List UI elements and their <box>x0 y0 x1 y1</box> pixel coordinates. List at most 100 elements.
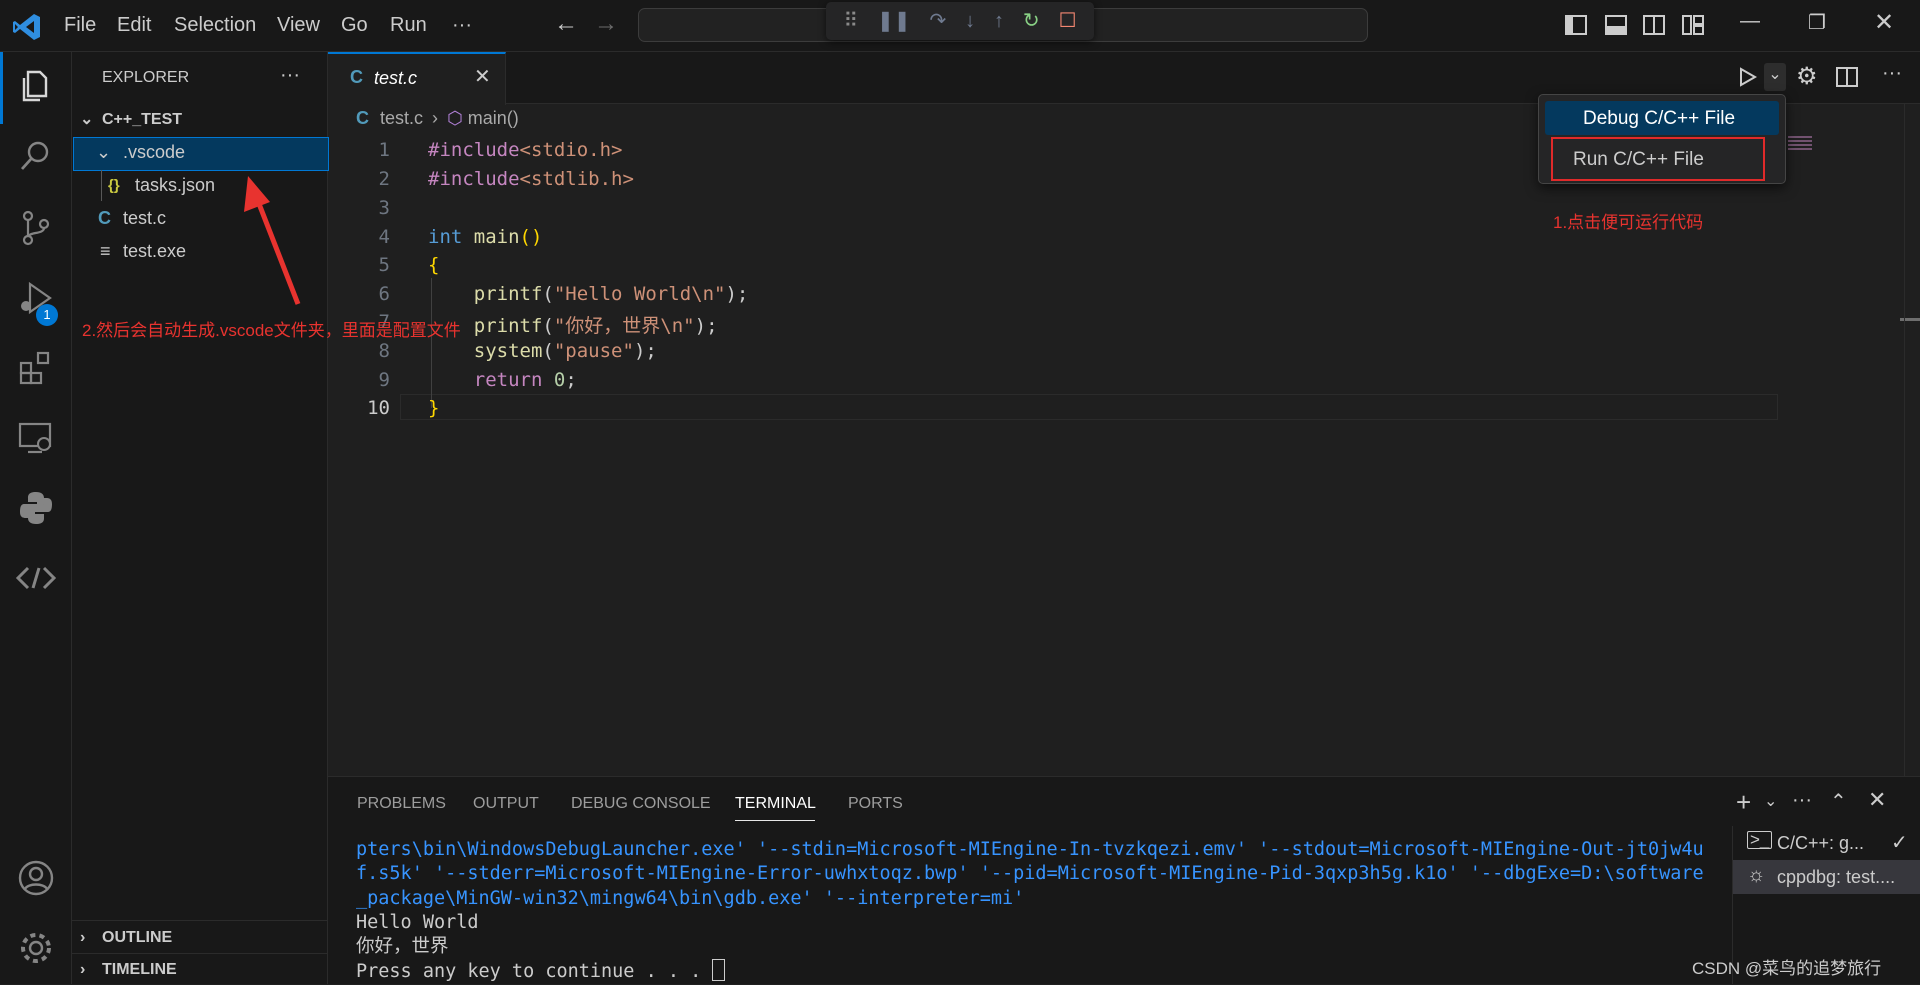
panel-tab-terminal[interactable]: TERMINAL <box>735 795 816 813</box>
code-line[interactable]: { <box>428 254 439 276</box>
tree-item-vscode-folder[interactable]: ⌄ .vscode <box>73 137 329 171</box>
menu-file[interactable]: File <box>64 14 96 37</box>
search-icon[interactable] <box>16 136 56 176</box>
python-icon[interactable] <box>16 488 56 528</box>
debug-badge: 1 <box>36 304 58 326</box>
chevron-down-icon[interactable]: ⌄ <box>1764 791 1777 811</box>
panel-tab-ports[interactable]: PORTS <box>848 795 903 813</box>
step-out-icon[interactable]: ↑ <box>994 11 1004 31</box>
code-line[interactable]: return 0; <box>428 369 577 391</box>
menu-go[interactable]: Go <box>341 14 368 37</box>
menu-view[interactable]: View <box>277 14 320 37</box>
pause-icon[interactable]: ❚❚ <box>877 11 911 31</box>
scrollbar-track[interactable] <box>1904 104 1905 776</box>
menu-item-label: Debug C/C++ File <box>1583 108 1736 129</box>
toggle-primary-sidebar-icon[interactable] <box>1565 15 1587 35</box>
folder-label: C++_TEST <box>102 111 183 128</box>
editor-more-icon[interactable]: ··· <box>1882 62 1902 85</box>
split-editor-icon[interactable] <box>1836 67 1858 87</box>
panel-more-icon[interactable]: ··· <box>1792 789 1812 812</box>
panel-tab-debug-console[interactable]: DEBUG CONSOLE <box>571 795 711 813</box>
run-c-file-menu-item[interactable]: Run C/C++ File <box>1551 137 1765 181</box>
terminal-output[interactable]: pters\bin\WindowsDebugLauncher.exe' '--s… <box>356 838 1706 985</box>
close-window-icon[interactable]: ✕ <box>1874 8 1894 37</box>
code-line[interactable]: } <box>428 397 439 419</box>
chevron-down-icon: ⌄ <box>96 142 112 162</box>
settings-gear-icon[interactable]: ⚙ <box>1796 62 1818 91</box>
run-dropdown-chevron-icon[interactable]: ⌄ <box>1764 63 1786 91</box>
line-number: 10 <box>367 397 390 419</box>
breadcrumb-file[interactable]: test.c <box>380 108 423 128</box>
active-tab-underline <box>735 820 815 821</box>
active-indicator <box>0 52 3 124</box>
explorer-icon[interactable] <box>16 66 56 106</box>
terminal-tab-build[interactable]: >_ C/C++: g... ✓ <box>1733 826 1920 860</box>
title-bar: File Edit Selection View Go Run ··· ← → … <box>0 0 1920 52</box>
manage-gear-icon[interactable] <box>16 928 56 968</box>
folder-row[interactable]: ⌄ C++_TEST <box>72 104 328 135</box>
line-number: 3 <box>378 197 390 219</box>
minimap[interactable] <box>1788 136 1812 150</box>
remote-explorer-icon[interactable] <box>16 418 56 458</box>
timeline-section[interactable]: › TIMELINE <box>72 954 328 985</box>
stop-icon[interactable]: ☐ <box>1059 11 1077 31</box>
step-into-icon[interactable]: ↓ <box>965 11 975 31</box>
activity-bar: 1 <box>0 52 72 984</box>
extensions-icon[interactable] <box>16 348 56 388</box>
drag-handle-icon[interactable]: ⠿ <box>843 11 858 31</box>
debug-bug-icon: ☼ <box>1747 864 1766 886</box>
menu-item-label: Run C/C++ File <box>1573 149 1704 170</box>
restart-icon[interactable]: ↻ <box>1023 11 1040 31</box>
chevron-right-icon: › <box>80 961 86 978</box>
toggle-secondary-sidebar-icon[interactable] <box>1643 15 1665 35</box>
source-control-icon[interactable] <box>16 208 56 248</box>
menu-selection[interactable]: Selection <box>174 14 256 37</box>
code-line[interactable]: #include<stdio.h> <box>428 139 622 161</box>
vscode-logo-icon <box>13 14 40 40</box>
terminal-line: pters\bin\WindowsDebugLauncher.exe' '--s… <box>356 839 1704 909</box>
symbol-method-icon: ⬡ <box>447 108 463 128</box>
annotation-run-note: 1.点击便可运行代码 <box>1553 213 1704 232</box>
code-runner-icon[interactable] <box>16 558 56 598</box>
code-line[interactable]: int main() <box>428 226 542 248</box>
json-file-icon: {} <box>108 177 120 194</box>
c-file-icon: C <box>350 67 363 87</box>
code-line[interactable]: printf("Hello World\n"); <box>428 283 749 305</box>
tab-test-c[interactable]: C test.c ✕ <box>328 52 506 105</box>
accounts-icon[interactable] <box>16 858 56 898</box>
tree-item-label: test.exe <box>123 241 187 261</box>
file-icon: ≡ <box>100 241 111 261</box>
outline-section[interactable]: › OUTLINE <box>72 922 328 953</box>
close-tab-icon[interactable]: ✕ <box>474 64 491 89</box>
customize-layout-icon[interactable] <box>1682 15 1704 35</box>
breadcrumb-symbol[interactable]: main() <box>468 108 519 128</box>
restore-icon[interactable]: ❐ <box>1808 10 1826 35</box>
code-line[interactable]: system("pause"); <box>428 340 657 362</box>
menu-edit[interactable]: Edit <box>117 14 151 37</box>
forward-arrow-icon[interactable]: → <box>594 10 618 38</box>
line-number: 1 <box>378 139 390 161</box>
debug-c-file-menu-item[interactable]: Debug C/C++ File <box>1545 101 1779 135</box>
minimize-icon[interactable]: — <box>1740 10 1760 33</box>
watermark: CSDN @菜鸟的追梦旅行 <box>1692 959 1882 978</box>
new-terminal-icon[interactable]: + <box>1736 787 1751 818</box>
step-over-icon[interactable]: ↷ <box>929 11 946 31</box>
menu-more-icon[interactable]: ··· <box>452 14 472 37</box>
close-panel-icon[interactable]: ✕ <box>1868 787 1886 813</box>
panel-tab-output[interactable]: OUTPUT <box>473 795 539 813</box>
code-line[interactable]: printf("你好，世界\n"); <box>428 311 718 338</box>
back-arrow-icon[interactable]: ← <box>554 10 578 38</box>
toggle-panel-icon[interactable] <box>1605 15 1627 35</box>
run-dropdown-menu: Debug C/C++ File Run C/C++ File <box>1538 94 1786 184</box>
panel-tab-problems[interactable]: PROBLEMS <box>357 795 446 813</box>
menu-run[interactable]: Run <box>390 14 427 37</box>
maximize-panel-icon[interactable]: ⌃ <box>1830 789 1847 814</box>
run-icon[interactable] <box>1736 66 1758 88</box>
breadcrumb: C test.c › ⬡ main() <box>356 108 519 129</box>
outline-label: OUTLINE <box>102 929 173 946</box>
terminal-line: Hello World <box>356 911 479 933</box>
terminal-tab-cppdbg[interactable]: ☼ cppdbg: test.... <box>1733 860 1920 894</box>
terminal-line: Press any key to continue . . . <box>356 961 713 983</box>
sidebar-more-icon[interactable]: ··· <box>280 64 300 87</box>
code-line[interactable]: #include<stdlib.h> <box>428 168 634 190</box>
